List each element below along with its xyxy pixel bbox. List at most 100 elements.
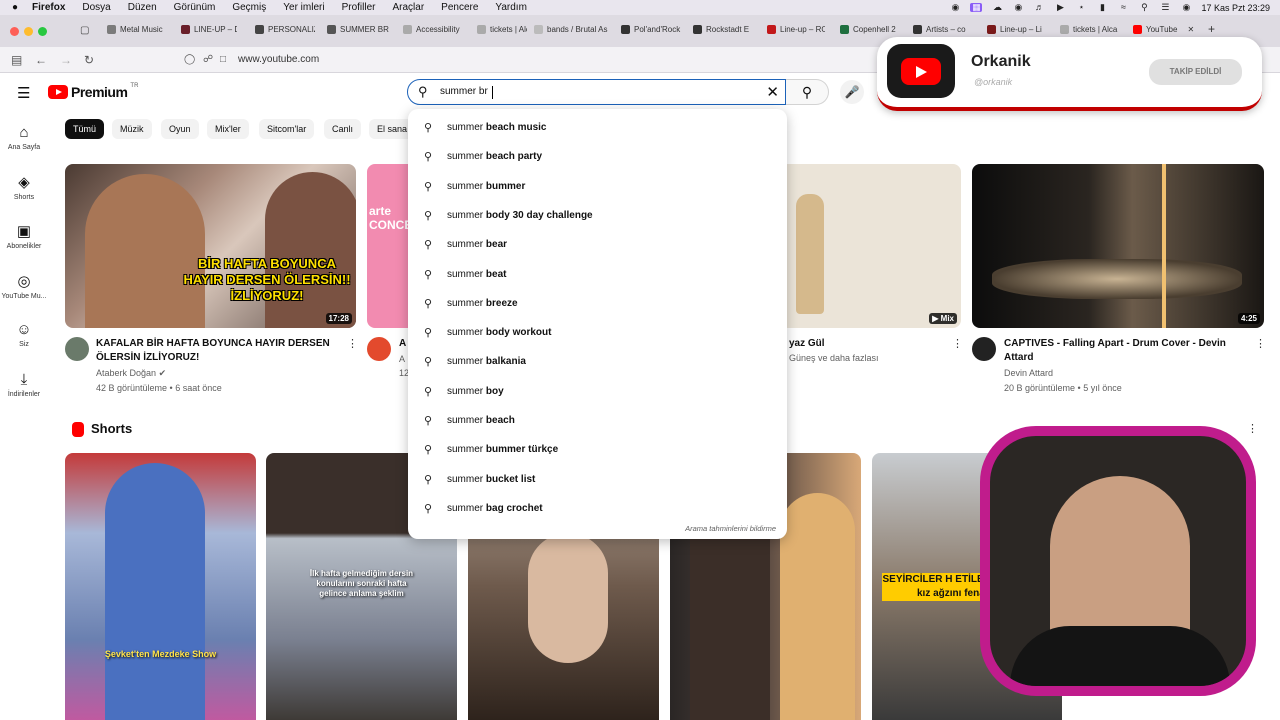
- play-icon[interactable]: ▶: [1054, 3, 1066, 12]
- browser-tab[interactable]: YouTube ✕: [1133, 22, 1205, 36]
- back-icon[interactable]: ←: [35, 53, 47, 67]
- browser-tab[interactable]: Copenhell 2: [840, 22, 900, 36]
- search-suggestion[interactable]: ⚲ summer balkania: [408, 347, 787, 376]
- control-center-icon[interactable]: ☰: [1159, 3, 1171, 12]
- menu-item-profiles[interactable]: Profiller: [342, 2, 376, 13]
- search-suggestion[interactable]: ⚲ summer bear: [408, 230, 787, 259]
- status-icon[interactable]: ◉: [949, 3, 961, 12]
- search-suggestion[interactable]: ⚲ summer body workout: [408, 318, 787, 347]
- menu-item-file[interactable]: Dosya: [82, 2, 110, 13]
- channel-avatar[interactable]: [972, 337, 996, 361]
- clear-search-icon[interactable]: ✕: [766, 83, 779, 101]
- search-button[interactable]: ⚲: [786, 79, 829, 105]
- apple-icon[interactable]: ●: [12, 2, 18, 13]
- rail-item[interactable]: ▣ Abonelikler: [0, 222, 48, 250]
- tab-overview-icon[interactable]: ▢: [80, 25, 89, 36]
- video-title[interactable]: yaz Gül: [789, 337, 825, 351]
- menu-item-tools[interactable]: Araçlar: [392, 2, 424, 13]
- browser-tab[interactable]: LINE-UP – D: [181, 22, 237, 36]
- channel-name[interactable]: Ataberk Doğan ✔: [96, 366, 166, 380]
- close-window-button[interactable]: [10, 27, 19, 36]
- menu-item-help[interactable]: Yardım: [495, 2, 527, 13]
- more-options-icon[interactable]: ⋮: [1255, 337, 1266, 350]
- menu-item-history[interactable]: Geçmiş: [232, 2, 266, 13]
- video-title[interactable]: A: [399, 337, 406, 351]
- chip-mixes[interactable]: Mix'ler: [207, 119, 249, 139]
- menu-item-view[interactable]: Görünüm: [174, 2, 216, 13]
- youtube-logo[interactable]: Premium TR: [48, 83, 138, 100]
- more-options-icon[interactable]: ⋮: [347, 337, 358, 350]
- search-input[interactable]: summer br: [440, 86, 488, 97]
- channel-name[interactable]: Devin Attard: [1004, 366, 1053, 380]
- search-suggestion[interactable]: ⚲ summer beach: [408, 406, 787, 435]
- channel-name[interactable]: A: [399, 352, 405, 366]
- volume-icon[interactable]: ♬: [1033, 3, 1045, 12]
- rail-item[interactable]: ⤓ İndirilenler: [0, 371, 48, 398]
- forward-icon[interactable]: →: [60, 53, 72, 67]
- rail-item[interactable]: ◈ Shorts: [0, 173, 48, 201]
- menu-item-edit[interactable]: Düzen: [128, 2, 157, 13]
- sidebar-toggle-icon[interactable]: ▤: [11, 53, 22, 67]
- browser-tab[interactable]: tickets | Alca: [1060, 22, 1120, 36]
- video-title[interactable]: KAFALAR BİR HAFTA BOYUNCA HAYIR DERSEN Ö…: [96, 337, 336, 365]
- browser-tab[interactable]: Line-up – RO: [767, 22, 825, 36]
- new-tab-icon[interactable]: +: [1208, 22, 1215, 36]
- siri-icon[interactable]: ◉: [1180, 3, 1192, 12]
- browser-tab[interactable]: bands / Brutal As: [534, 22, 614, 36]
- menu-item-window[interactable]: Pencere: [441, 2, 478, 13]
- search-suggestion[interactable]: ⚲ summer bag crochet: [408, 494, 787, 523]
- browser-tab[interactable]: Metal Music: [107, 22, 171, 36]
- shield-icon[interactable]: ◯: [184, 54, 195, 65]
- address-bar[interactable]: www.youtube.com: [238, 54, 319, 65]
- browser-tab[interactable]: Accessibility: [403, 22, 463, 36]
- more-options-icon[interactable]: ⋮: [1247, 422, 1258, 435]
- rail-item[interactable]: ⌂ Ana Sayfa: [0, 124, 48, 151]
- video-thumbnail[interactable]: ▶ Mix: [780, 164, 961, 328]
- browser-tab[interactable]: Rockstadt E: [693, 22, 755, 36]
- browser-tab[interactable]: Line-up – Li: [987, 22, 1047, 36]
- chip-live[interactable]: Canlı: [324, 119, 362, 139]
- video-thumbnail[interactable]: BİR HAFTA BOYUNCA HAYIR DERSEN ÖLERSİN!!…: [65, 164, 356, 328]
- chip-sitcoms[interactable]: Sitcom'lar: [259, 119, 315, 139]
- screen-icon[interactable]: ▦: [970, 3, 983, 12]
- channel-name[interactable]: Güneş ve daha fazlası: [789, 351, 879, 365]
- menu-icon[interactable]: ☰: [17, 84, 30, 102]
- channel-avatar[interactable]: [367, 337, 391, 361]
- bluetooth-icon[interactable]: ⋆: [1075, 3, 1087, 12]
- search-suggestion[interactable]: ⚲ summer bummer: [408, 172, 787, 201]
- search-suggestion[interactable]: ⚲ summer bummer türkçe: [408, 435, 787, 464]
- search-suggestion[interactable]: ⚲ summer breeze: [408, 289, 787, 318]
- minimize-window-button[interactable]: [24, 27, 33, 36]
- report-predictions-link[interactable]: Arama tahminlerini bildirme: [685, 524, 776, 533]
- search-suggestion[interactable]: ⚲ summer beach party: [408, 142, 787, 171]
- rail-item[interactable]: ◎ YouTube Mu...: [0, 272, 48, 300]
- search-box[interactable]: ⚲ summer br ✕: [407, 79, 786, 105]
- cloud-icon[interactable]: ☁: [991, 3, 1003, 12]
- video-title[interactable]: CAPTIVES - Falling Apart - Drum Cover - …: [1004, 337, 1244, 365]
- search-suggestion[interactable]: ⚲ summer beat: [408, 260, 787, 289]
- more-options-icon[interactable]: ⋮: [952, 337, 963, 350]
- search-suggestion[interactable]: ⚲ summer boy: [408, 377, 787, 406]
- search-suggestion[interactable]: ⚲ summer beach music: [408, 113, 787, 142]
- video-thumbnail[interactable]: 4:25: [972, 164, 1264, 328]
- chip-gaming[interactable]: Oyun: [161, 119, 199, 139]
- subscribed-button[interactable]: TAKİP EDİLDİ: [1149, 59, 1242, 85]
- menu-item-bookmarks[interactable]: Yer imleri: [283, 2, 324, 13]
- chip-all[interactable]: Tümü: [65, 119, 105, 139]
- voice-search-button[interactable]: 🎤: [840, 80, 864, 104]
- wifi-icon[interactable]: ≈: [1117, 3, 1129, 12]
- browser-tab[interactable]: Pol'and'Rock: [621, 22, 681, 36]
- search-suggestion[interactable]: ⚲ summer bucket list: [408, 465, 787, 494]
- menu-app-name[interactable]: Firefox: [32, 2, 65, 13]
- rail-item[interactable]: ☺ Siz: [0, 321, 48, 348]
- chip-music[interactable]: Müzik: [112, 119, 152, 139]
- channel-avatar[interactable]: [65, 337, 89, 361]
- control-icon[interactable]: ◉: [1012, 3, 1024, 12]
- browser-tab[interactable]: SUMMER BR: [327, 22, 389, 36]
- battery-icon[interactable]: ▮: [1096, 3, 1108, 12]
- close-tab-icon[interactable]: ✕: [1187, 25, 1194, 34]
- browser-tab[interactable]: PERSONALIZ: [255, 22, 315, 36]
- browser-tab[interactable]: tickets | Alca: [477, 22, 527, 36]
- search-suggestion[interactable]: ⚲ summer body 30 day challenge: [408, 201, 787, 230]
- short-card[interactable]: Şevket'ten Mezdeke Show: [65, 453, 256, 720]
